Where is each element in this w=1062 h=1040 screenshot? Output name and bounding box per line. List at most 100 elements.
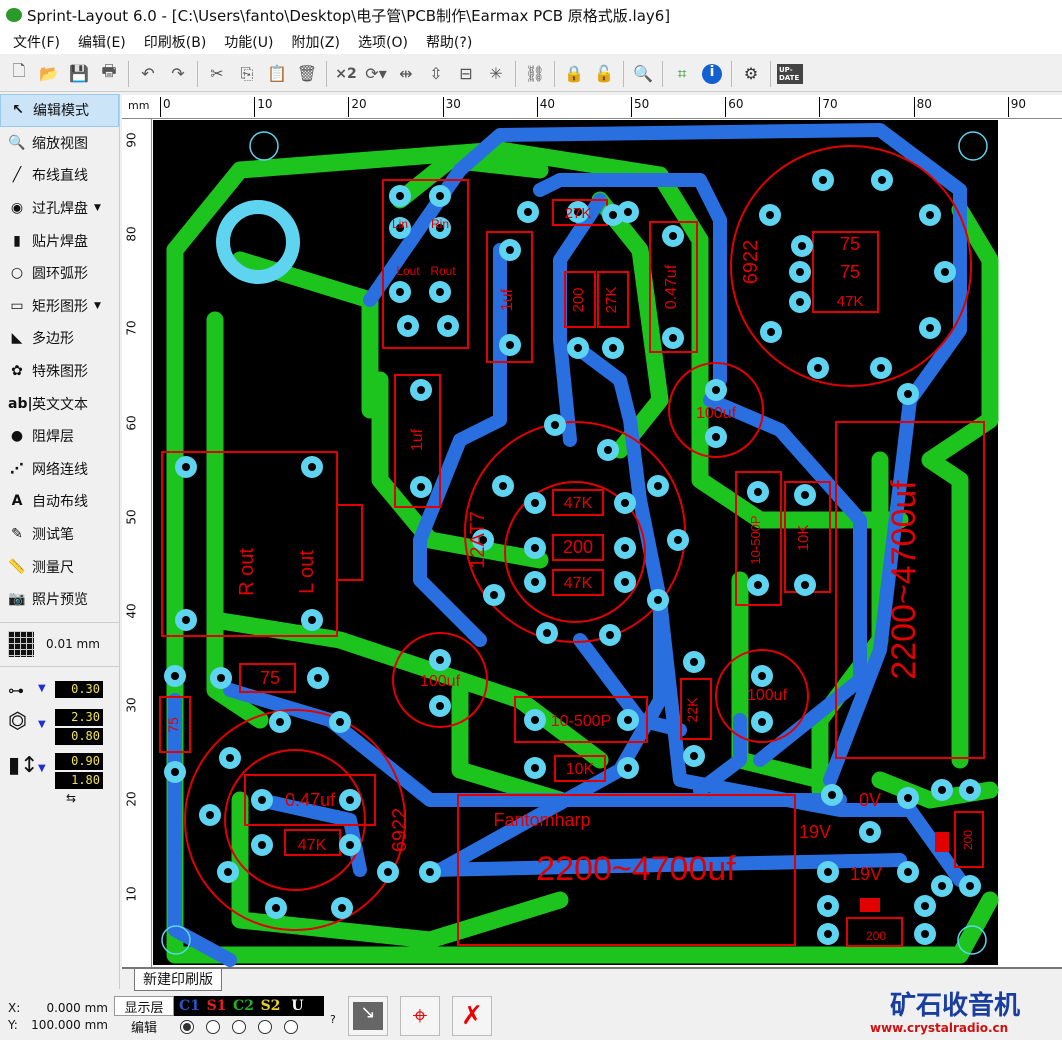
silkscreen-label: 10K <box>566 761 595 778</box>
chevron-down-icon[interactable]: ▼ <box>94 301 101 311</box>
menu-item[interactable]: 印刷板(B) <box>135 32 216 52</box>
pad-inner-field[interactable]: 0.80 <box>55 727 103 745</box>
zoom-icon[interactable]: 🔍 <box>630 61 656 87</box>
tool-label: 过孔焊盘 <box>32 201 88 218</box>
smd-width-field[interactable]: 0.90 <box>55 752 103 770</box>
tool-label: 测试笔 <box>32 527 74 544</box>
ruler-tick-label: 80 <box>913 97 932 117</box>
smd-height-field[interactable]: 1.80 <box>55 771 103 789</box>
delete-icon[interactable]: 🗑 <box>294 61 320 87</box>
layer-toggle-u[interactable]: U <box>284 998 311 1014</box>
tool-thru-pad[interactable]: ◉ 过孔焊盘 ▼ <box>0 192 119 225</box>
tool-solder-mask[interactable]: ● 阻焊层 <box>0 420 119 453</box>
layer-toggle-c1[interactable]: C1 <box>176 998 203 1014</box>
silkscreen-label: 22K <box>684 697 700 723</box>
tool-zoom-view[interactable]: 🔍 缩放视图 <box>0 127 119 160</box>
redo-icon[interactable]: ↷ <box>165 61 191 87</box>
tool-autoroute[interactable]: A 自动布线 <box>0 485 119 518</box>
tool-edit-mode[interactable]: ↖ 编辑模式 <box>0 94 119 127</box>
pad-outer-field[interactable]: 2.30 <box>55 708 103 726</box>
track-width-field[interactable]: 0.30 <box>55 680 103 698</box>
duplicate-button[interactable]: ×2 <box>333 61 359 87</box>
edit-layer-label: 编辑 <box>130 1021 157 1036</box>
ruler-tick-label: 90 <box>1007 97 1026 117</box>
pcb-canvas[interactable]: Lin Rin Lout Rout 27K 200 27K 0.47uf 1uf 1uf 6922 7… <box>152 119 1062 967</box>
tool-track[interactable]: ╱ 布线直线 <box>0 159 119 192</box>
tool-smd-pad[interactable]: ▮ 贴片焊盘 <box>0 224 119 257</box>
unlock-icon[interactable]: 🔓 <box>591 61 617 87</box>
menu-item[interactable]: 功能(U) <box>215 32 282 52</box>
ruler-tick-label: 40 <box>124 603 139 619</box>
menu-item[interactable]: 选项(O) <box>349 32 417 52</box>
silkscreen-label: 47K <box>564 575 593 592</box>
grid-setting[interactable]: 0.01 mm <box>0 621 119 666</box>
rotate-icon[interactable]: ⟳▾ <box>363 61 389 87</box>
tool-polygon[interactable]: ◣ 多边形 <box>0 322 119 355</box>
component-icon[interactable]: ⚙ <box>738 61 764 87</box>
info-icon[interactable]: i <box>699 61 725 87</box>
mirror-v-icon[interactable]: ⇳ <box>423 61 449 87</box>
align-icon[interactable]: ⊟ <box>453 61 479 87</box>
pad-hole <box>921 902 929 910</box>
menu-item[interactable]: 帮助(?) <box>417 32 481 52</box>
rectangle-icon: ▭ <box>10 297 24 314</box>
layer-toggle-c2[interactable]: C2 <box>230 998 257 1014</box>
menu-item[interactable]: 文件(F) <box>4 32 69 52</box>
tool-text[interactable]: ab| 英文文本 <box>0 387 119 420</box>
pad-hole <box>436 702 444 710</box>
layer-radio-u[interactable] <box>284 1020 298 1034</box>
track-width-dropdown[interactable]: ▼ <box>38 683 46 694</box>
menu-item[interactable]: 附加(Z) <box>282 32 349 52</box>
swap-icon[interactable]: ⇆ <box>66 791 76 805</box>
snap-icon[interactable]: ✳ <box>483 61 509 87</box>
x-value: 0.000 mm <box>46 1001 108 1015</box>
chevron-down-icon[interactable]: ▼ <box>94 203 101 213</box>
ruler-tick-label: 40 <box>536 97 555 117</box>
update-button[interactable]: UP-DATE <box>777 61 803 87</box>
tab-board[interactable]: 新建印刷版 <box>134 969 222 991</box>
crop-icon[interactable]: ⌗ <box>669 61 695 87</box>
pcb-drawing[interactable]: Lin Rin Lout Rout 27K 200 27K 0.47uf 1uf 1uf 6922 7… <box>152 119 1062 967</box>
save-icon[interactable]: 💾 <box>66 61 92 87</box>
tool-rectangle[interactable]: ▭ 矩形图形 ▼ <box>0 290 119 323</box>
undo-icon[interactable]: ↶ <box>135 61 161 87</box>
tool-label: 阻焊层 <box>32 429 74 446</box>
y-value: 100.000 mm <box>31 1018 108 1032</box>
pad-size-dropdown[interactable]: ▼ <box>38 719 46 730</box>
layer-radio-c2[interactable] <box>232 1020 246 1034</box>
pad-hole <box>609 344 617 352</box>
open-folder-icon[interactable]: 📂 <box>36 61 62 87</box>
layer-toggle-s1[interactable]: S1 <box>203 998 230 1014</box>
x-label: X: <box>8 1001 21 1015</box>
pad-hole <box>712 386 720 394</box>
layer-radio-s2[interactable] <box>258 1020 272 1034</box>
silkscreen-label: 200 <box>961 830 975 850</box>
pad-hole <box>796 298 804 306</box>
lock-icon[interactable]: 🔒 <box>561 61 587 87</box>
tool-photo-view[interactable]: 📷 照片预览 <box>0 583 119 616</box>
paste-icon[interactable]: 📋 <box>264 61 290 87</box>
layer-radio-s1[interactable] <box>206 1020 220 1034</box>
tool-test[interactable]: ✎ 测试笔 <box>0 518 119 551</box>
copy-icon[interactable]: ⎘ <box>234 61 260 87</box>
group-icon[interactable]: ⛓ <box>522 61 548 87</box>
smd-pad-icon: ▮ <box>13 232 21 249</box>
layer-toggle-s2[interactable]: S2 <box>257 998 284 1014</box>
new-file-icon[interactable]: 🗋 <box>6 61 32 87</box>
connection-mode-button[interactable]: ↘ <box>348 996 388 1036</box>
tool-circle[interactable]: ○ 圆环弧形 <box>0 257 119 290</box>
smd-size-dropdown[interactable]: ▼ <box>38 763 46 774</box>
menu-item[interactable]: 编辑(E) <box>69 32 135 52</box>
mirror-h-icon[interactable]: ⇹ <box>393 61 419 87</box>
cut-icon[interactable]: ✂ <box>204 61 230 87</box>
rubberband-button[interactable]: ✗ <box>452 996 492 1036</box>
tool-special-form[interactable]: ✿ 特殊图形 <box>0 355 119 388</box>
tool-connections[interactable]: ⋰ 网络连线 <box>0 453 119 486</box>
help-mark[interactable]: ? <box>330 1013 336 1026</box>
polygon-icon: ◣ <box>11 330 23 347</box>
silkscreen-label: 200 <box>570 287 587 312</box>
tool-measure[interactable]: 📏 测量尺 <box>0 550 119 583</box>
crosshair-button[interactable]: ⌖ <box>400 996 440 1036</box>
print-icon[interactable]: 🖶 <box>96 61 122 87</box>
layer-radio-c1[interactable] <box>180 1020 194 1034</box>
